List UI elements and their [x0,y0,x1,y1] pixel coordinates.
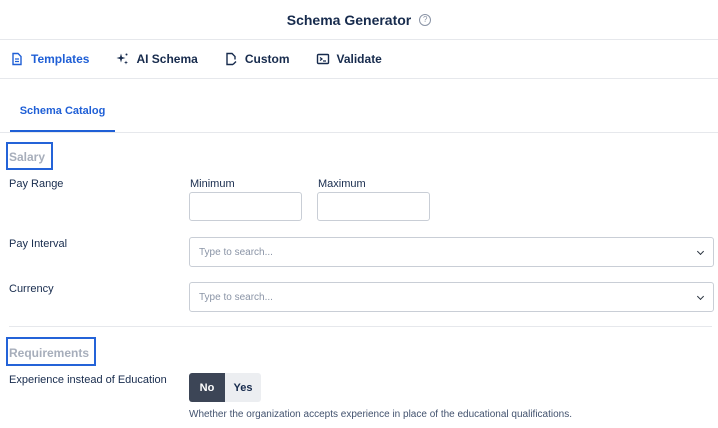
sparkle-icon [116,53,129,65]
app-header: Schema Generator ? [0,0,718,40]
pay-range-label: Pay Range [9,178,64,190]
tab-custom[interactable]: Custom [224,52,290,66]
experience-label: Experience instead of Education [9,374,167,386]
sub-tabs: Schema Catalog [0,79,718,133]
tab-validate[interactable]: Validate [316,52,382,66]
maximum-input[interactable] [317,192,430,221]
tab-ai-schema[interactable]: AI Schema [115,52,198,66]
main-tabs: Templates AI Schema Custom Validate [0,40,718,79]
experience-help-text: Whether the organization accepts experie… [189,409,573,420]
section-title-salary: Salary [9,150,46,164]
currency-placeholder: Type to search... [199,291,273,303]
minimum-label: Minimum [190,178,235,190]
section-divider [9,326,712,327]
chevron-down-icon [696,247,705,256]
currency-select[interactable]: Type to search... [189,282,714,312]
currency-label: Currency [9,283,54,295]
experience-toggle: No Yes [189,373,261,402]
tab-schema-catalog[interactable]: Schema Catalog [10,92,115,132]
section-title-requirements: Requirements [9,346,90,360]
chevron-down-icon [696,292,705,301]
file-edit-icon [226,52,237,66]
pay-interval-placeholder: Type to search... [199,246,273,258]
toggle-no-button[interactable]: No [189,373,225,402]
tab-label: Custom [244,52,290,66]
document-icon [12,52,22,66]
pay-interval-select[interactable]: Type to search... [189,237,714,267]
page-title: Schema Generator [286,11,412,28]
tab-label: Validate [336,52,382,66]
tab-templates[interactable]: Templates [10,52,89,66]
terminal-icon [316,53,329,65]
tab-label: AI Schema [136,52,198,66]
minimum-input[interactable] [189,192,302,221]
help-circle-icon[interactable]: ? [419,13,432,26]
pay-interval-label: Pay Interval [9,238,68,250]
tab-label: Templates [31,52,90,66]
maximum-label: Maximum [318,178,366,190]
toggle-yes-button[interactable]: Yes [225,373,261,402]
